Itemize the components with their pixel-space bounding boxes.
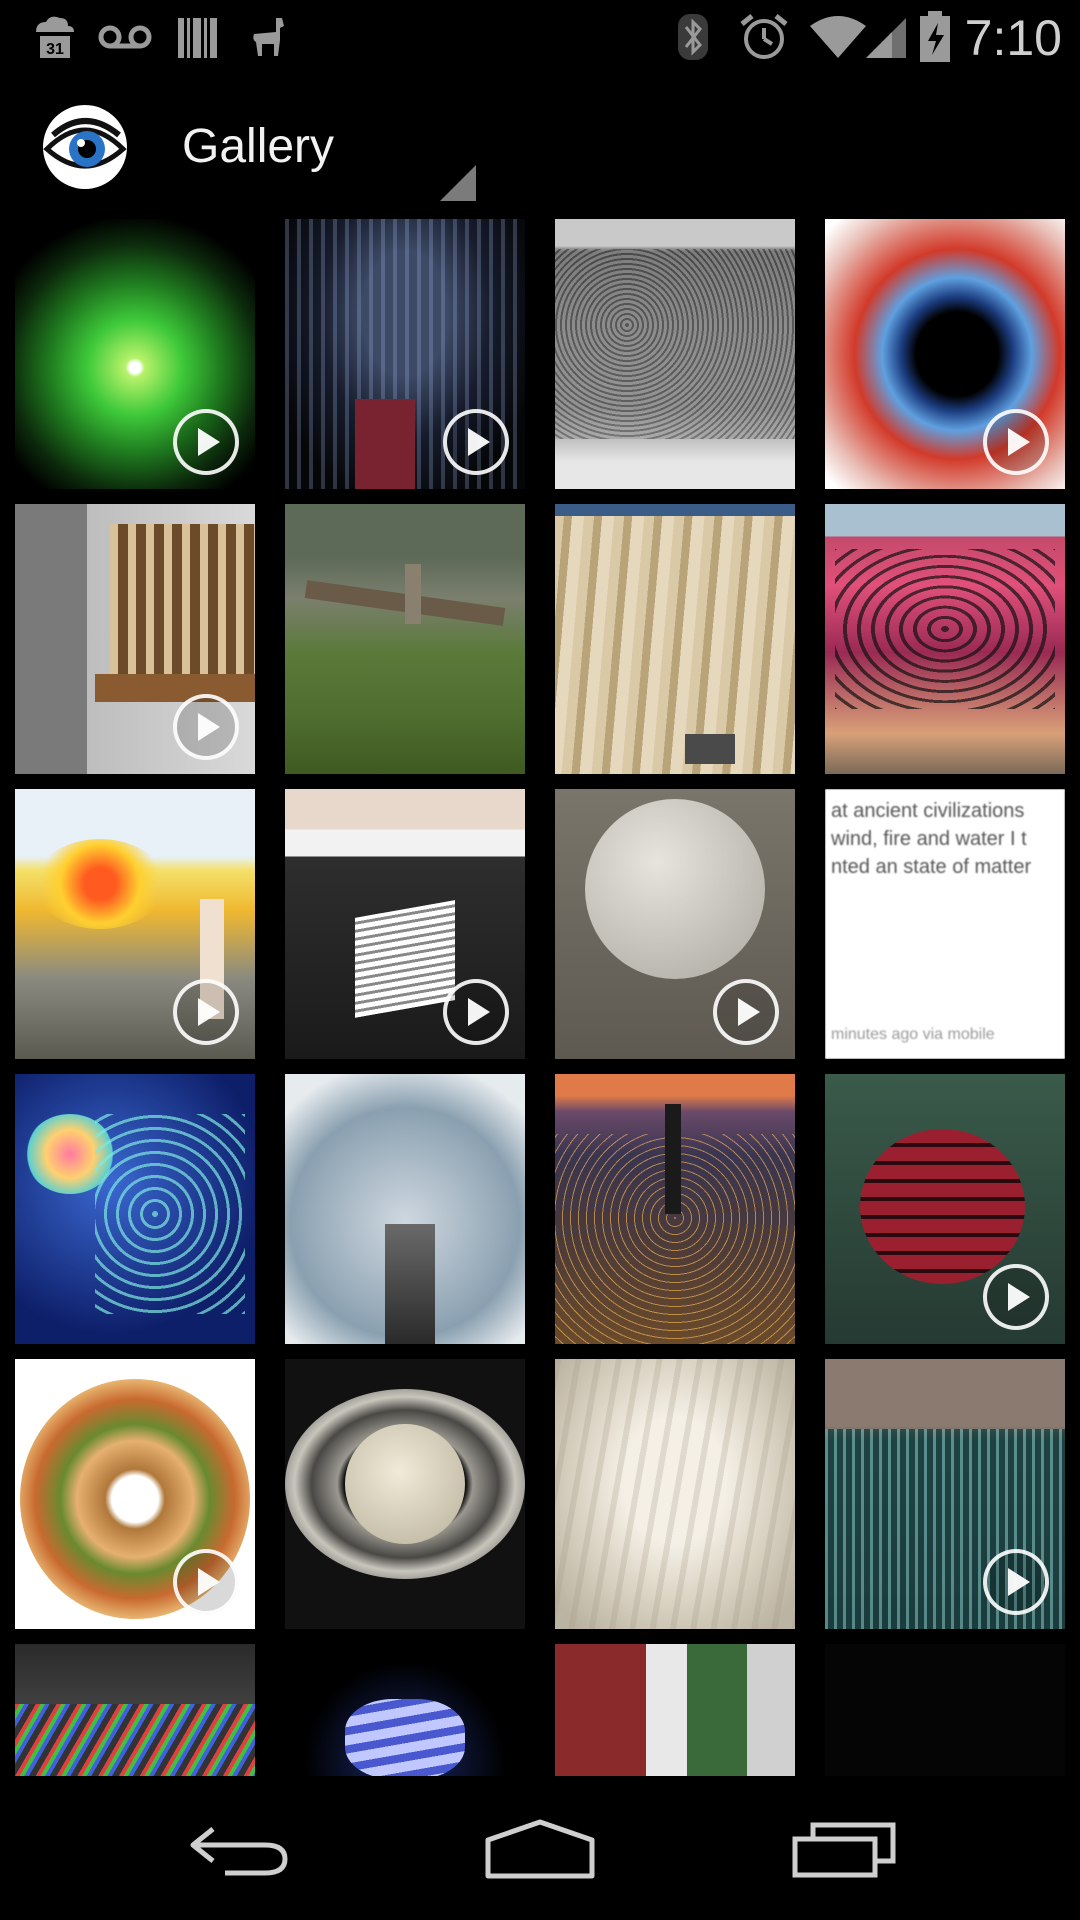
- back-icon[interactable]: [180, 1814, 300, 1884]
- play-icon: [443, 409, 509, 475]
- wifi-icon: [808, 14, 868, 60]
- spinner-indicator[interactable]: [440, 165, 476, 201]
- alarm-icon: [738, 14, 790, 60]
- gallery-grid[interactable]: at ancient civilizations wind, fire and …: [0, 219, 1080, 1776]
- gallery-item-burger-ring[interactable]: [15, 1359, 255, 1629]
- gallery-item-wooden-organ[interactable]: [15, 504, 255, 774]
- llama-icon: [244, 14, 290, 60]
- gallery-item-tree-field[interactable]: [285, 504, 525, 774]
- gallery-item-rainbow-rock[interactable]: [15, 1644, 255, 1776]
- play-icon: [443, 979, 509, 1045]
- play-icon: [173, 409, 239, 475]
- signal-icon: [862, 14, 910, 60]
- gallery-item-saturn[interactable]: [285, 1359, 525, 1629]
- play-icon: [173, 1549, 239, 1615]
- barcode-icon: [176, 14, 220, 60]
- gallery-item-text-post[interactable]: at ancient civilizations wind, fire and …: [825, 789, 1065, 1059]
- play-icon: [983, 1549, 1049, 1615]
- status-bar: 31 7:10: [0, 0, 1080, 75]
- eye-icon[interactable]: [43, 105, 127, 189]
- gallery-item-crowd[interactable]: [555, 219, 795, 489]
- gallery-item-red-green-hall[interactable]: [555, 1644, 795, 1776]
- bluetooth-icon: [676, 14, 710, 60]
- voicemail-icon: [98, 14, 152, 60]
- play-icon: [983, 409, 1049, 475]
- gallery-item-cats-eye-nebula[interactable]: [15, 219, 255, 489]
- play-icon: [713, 979, 779, 1045]
- gallery-item-graffiti-wall[interactable]: [825, 504, 1065, 774]
- gallery-item-red-sphere[interactable]: [825, 1074, 1065, 1344]
- play-icon: [173, 694, 239, 760]
- action-bar: Gallery: [0, 75, 1080, 220]
- text-post-line: nted an state of matter: [831, 856, 1032, 878]
- text-post-line: at ancient civilizations: [831, 800, 1025, 822]
- text-post-line: wind, fire and water I t: [831, 828, 1027, 850]
- gallery-item-helmet-figure[interactable]: [285, 219, 525, 489]
- clock: 7:10: [964, 10, 1062, 66]
- gallery-item-psychedelic-elephant[interactable]: [15, 1074, 255, 1344]
- gallery-item-red-blue-vortex[interactable]: [825, 219, 1065, 489]
- gallery-item-spiral-bulb[interactable]: [285, 1644, 525, 1776]
- play-icon: [173, 979, 239, 1045]
- recent-apps-icon[interactable]: [784, 1814, 904, 1884]
- home-icon[interactable]: [480, 1814, 600, 1884]
- cloud-calendar-icon: 31: [26, 14, 86, 60]
- text-post-footer: minutes ago via mobile: [831, 1026, 995, 1043]
- gallery-item-flame-thrower[interactable]: [15, 789, 255, 1059]
- page-title[interactable]: Gallery: [182, 117, 334, 177]
- calendar-day: 31: [46, 41, 64, 58]
- gallery-item-skyscraper-clouds[interactable]: [285, 1074, 525, 1344]
- gallery-item-dark-tile[interactable]: [825, 1644, 1065, 1776]
- gallery-item-fabric-curtain[interactable]: [555, 504, 795, 774]
- gallery-item-crowd-aerial[interactable]: [825, 1359, 1065, 1629]
- gallery-item-stone-sculpture[interactable]: [555, 789, 795, 1059]
- gallery-item-glowing-cube[interactable]: [285, 789, 525, 1059]
- battery-charging-icon: [918, 11, 952, 62]
- play-icon: [983, 1264, 1049, 1330]
- navigation-bar: [0, 1776, 1080, 1920]
- gallery-item-city-aerial[interactable]: [555, 1074, 795, 1344]
- gallery-item-veiled-face[interactable]: [555, 1359, 795, 1629]
